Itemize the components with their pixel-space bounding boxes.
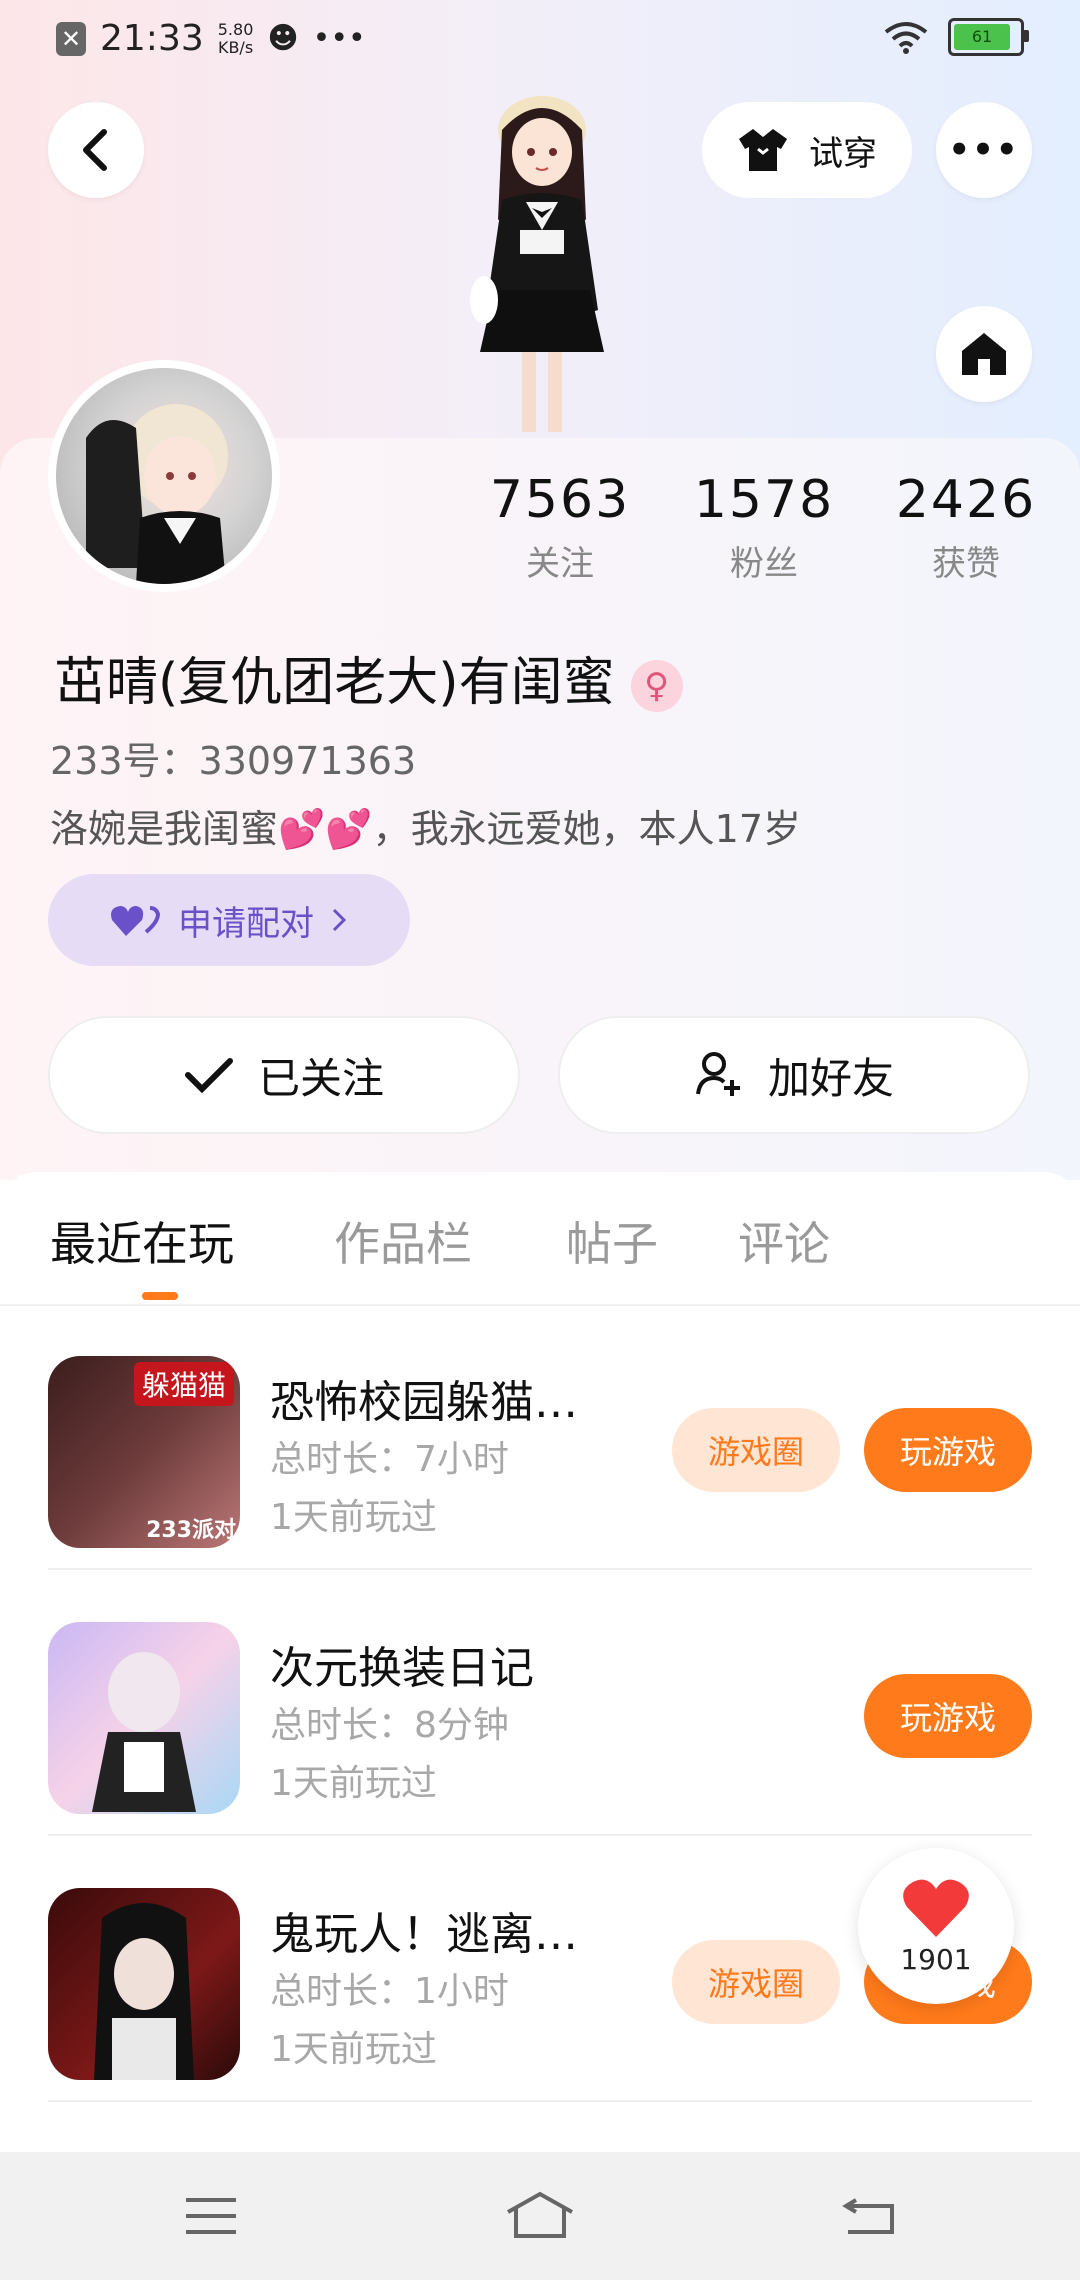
more-options-button[interactable]: ••• <box>936 102 1032 198</box>
game-title: 次元换装日记 <box>270 1643 534 1694</box>
add-user-icon <box>695 1052 740 1096</box>
profile-name: 茁晴(复仇团老大)有闺蜜 <box>54 653 615 713</box>
avatar-image <box>56 368 272 584</box>
home-nav-icon[interactable] <box>504 2190 576 2240</box>
game-circle-button[interactable]: 游戏圈 <box>672 1408 840 1492</box>
list-item[interactable]: 次元换装日记 总时长：8分钟 1天前玩过 玩游戏 <box>48 1570 1032 1836</box>
status-time: 21:33 <box>100 18 204 59</box>
profile-name-row: 茁晴(复仇团老大)有闺蜜 ♀ <box>54 640 683 715</box>
home-icon <box>962 333 1006 375</box>
heart-icon <box>903 1879 969 1937</box>
back-nav-icon[interactable] <box>842 2196 896 2236</box>
stat-following-value: 7563 <box>489 470 631 530</box>
game-circle-button[interactable]: 游戏圈 <box>672 1940 840 2024</box>
game-last-played: 1天前玩过 <box>270 2029 437 2070</box>
game-thumbnail-title: 躲猫猫 <box>133 1362 234 1406</box>
female-gender-icon: ♀ <box>630 660 683 712</box>
game-last-played: 1天前玩过 <box>270 1763 437 1804</box>
stat-fans-label: 粉丝 <box>730 544 798 584</box>
app-notification-icon: ☻ <box>267 21 299 56</box>
chevron-right-icon <box>332 908 347 932</box>
hearts-icon <box>111 906 161 936</box>
play-game-button[interactable]: 玩游戏 <box>864 1408 1032 1492</box>
stat-fans[interactable]: 1578 粉丝 <box>664 470 864 585</box>
tab-posts[interactable]: 帖子 <box>566 1208 658 1274</box>
try-on-button[interactable]: 试穿 <box>702 102 912 198</box>
floating-like-button[interactable]: 1901 <box>858 1848 1014 2004</box>
profile-bio: 洛婉是我闺蜜💕💕，我永远爱她，本人17岁 <box>50 798 801 853</box>
active-tab-indicator <box>142 1292 178 1300</box>
add-friend-label: 加好友 <box>767 1053 894 1103</box>
request-pair-button[interactable]: 申请配对 <box>48 874 410 966</box>
tab-bar: 最近在玩 作品栏 帖子 评论 <box>0 1172 1080 1306</box>
stat-following-label: 关注 <box>526 544 594 584</box>
game-thumbnail <box>48 1888 240 2080</box>
game-thumbnail <box>48 1622 240 1814</box>
game-title: 恐怖校园躲猫… <box>270 1377 578 1428</box>
play-game-button[interactable]: 玩游戏 <box>864 1674 1032 1758</box>
user-id[interactable]: 233号：330971363 <box>50 730 416 785</box>
avatar-3d-character[interactable] <box>432 90 652 438</box>
bio-prefix: 洛婉是我闺蜜 <box>50 807 279 851</box>
content-panel: 最近在玩 作品栏 帖子 评论 躲猫猫 233派对 恐怖校园躲猫… 总时长：7小时… <box>0 1172 1080 2152</box>
stat-likes-label: 获赞 <box>932 544 1000 584</box>
list-item[interactable]: 躲猫猫 233派对 恐怖校园躲猫… 总时长：7小时 1天前玩过 游戏圈 玩游戏 <box>48 1304 1032 1570</box>
back-button[interactable] <box>48 102 144 198</box>
request-pair-label: 申请配对 <box>178 903 314 944</box>
game-duration: 总时长：1小时 <box>270 1971 509 2012</box>
network-speed: 5.80 KB/s <box>217 19 254 57</box>
stat-following[interactable]: 7563 关注 <box>460 470 660 585</box>
battery-icon: 61 <box>948 18 1029 56</box>
tab-comments[interactable]: 评论 <box>738 1208 830 1274</box>
system-navigation-bar <box>0 2152 1080 2280</box>
wifi-icon <box>884 22 928 54</box>
status-bar: ✕ 21:33 5.80 KB/s ☻ ••• 61 <box>0 0 1080 80</box>
more-icon: ••• <box>948 130 1020 170</box>
bio-suffix: ，我永远爱她，本人17岁 <box>372 807 802 851</box>
game-duration: 总时长：7小时 <box>270 1439 509 1480</box>
tab-recently-playing[interactable]: 最近在玩 <box>50 1208 234 1274</box>
stat-likes[interactable]: 2426 获赞 <box>866 470 1066 585</box>
speed-value: 5.80 <box>217 19 254 39</box>
like-count: 1901 <box>900 1942 972 1976</box>
game-thumbnail: 躲猫猫 233派对 <box>48 1356 240 1548</box>
speed-unit: KB/s <box>217 37 254 57</box>
chevron-left-icon <box>83 129 107 171</box>
two-hearts-icon: 💕💕 <box>278 807 373 851</box>
avatar[interactable] <box>48 360 280 592</box>
game-duration: 总时长：8分钟 <box>270 1705 509 1746</box>
battery-level: 61 <box>954 24 1010 50</box>
tshirt-icon <box>739 129 787 171</box>
followed-label: 已关注 <box>257 1053 384 1103</box>
try-on-label: 试穿 <box>809 133 877 174</box>
home-button[interactable] <box>936 306 1032 402</box>
followed-button[interactable]: 已关注 <box>48 1016 520 1134</box>
add-friend-button[interactable]: 加好友 <box>558 1016 1030 1134</box>
game-thumbnail-badge: 233派对 <box>146 1518 236 1543</box>
game-title: 鬼玩人！逃离… <box>270 1909 578 1960</box>
menu-icon[interactable] <box>184 2196 238 2236</box>
stat-likes-value: 2426 <box>895 470 1037 530</box>
game-last-played: 1天前玩过 <box>270 1497 437 1538</box>
notification-close-icon: ✕ <box>56 21 86 56</box>
tab-works[interactable]: 作品栏 <box>334 1208 472 1274</box>
check-icon <box>184 1058 233 1094</box>
more-notifications-icon: ••• <box>312 21 366 56</box>
stat-fans-value: 1578 <box>693 470 835 530</box>
